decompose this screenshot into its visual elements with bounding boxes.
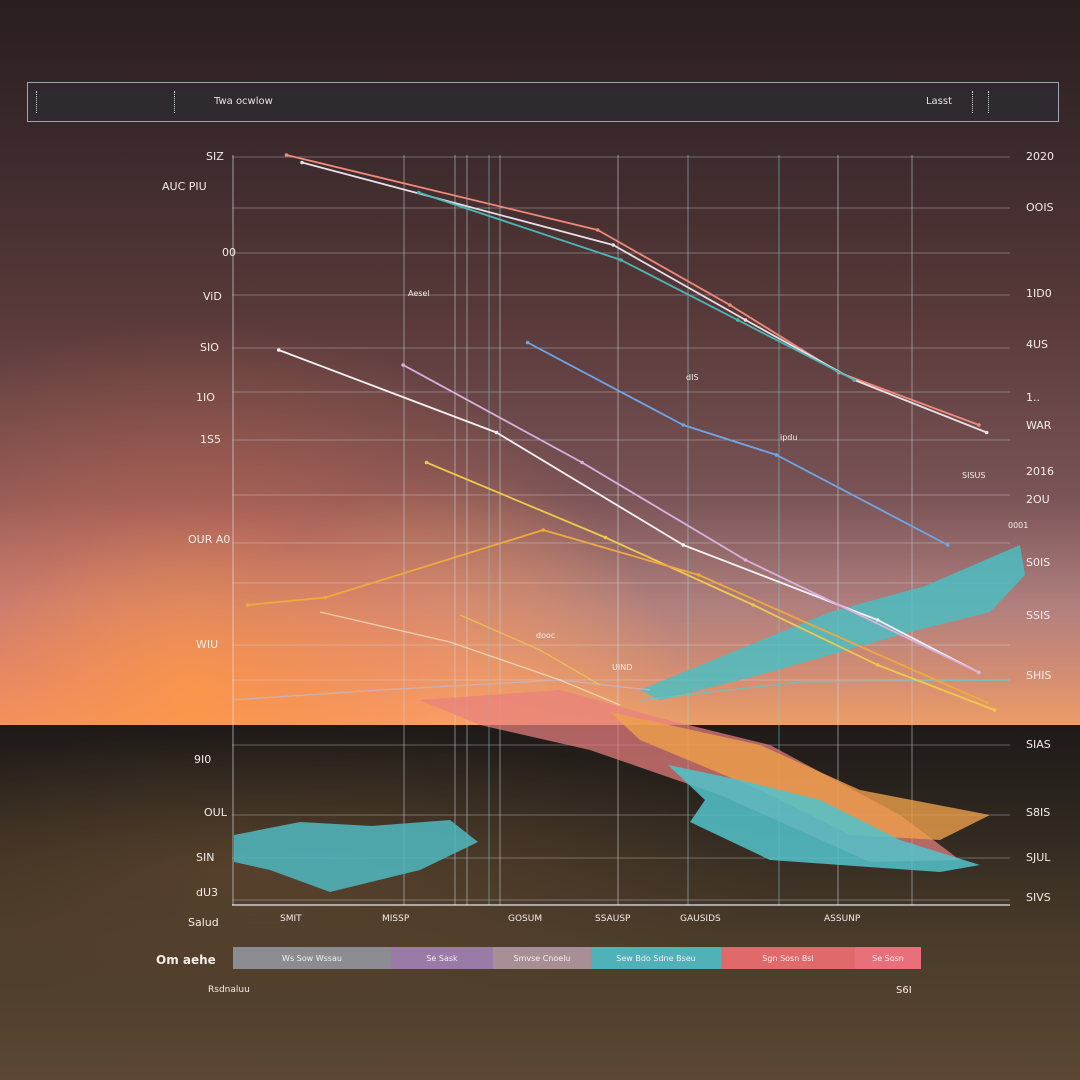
y-tick-label-left: 1IO: [196, 391, 215, 404]
data-point: [401, 363, 405, 367]
area-band: [640, 545, 1025, 700]
y-tick-label-right: OOIS: [1026, 201, 1054, 214]
footer-sub-label: Rsdnaluu: [208, 985, 250, 995]
data-point: [245, 603, 250, 607]
data-point: [603, 535, 608, 540]
y-tick-label-right: 4US: [1026, 338, 1049, 351]
data-point: [416, 190, 421, 195]
data-point: [541, 528, 545, 532]
series-line: [417, 191, 856, 381]
y-tick-label-right: 2016: [1026, 465, 1054, 478]
data-point: [977, 423, 981, 427]
y-tick-label-right: SHIS: [1026, 669, 1052, 682]
y-tick-label-right: SIVS: [1026, 891, 1051, 904]
data-point: [681, 543, 686, 547]
data-point: [681, 423, 686, 427]
y-tick-label-left: AUC PIU: [162, 180, 207, 193]
data-point: [525, 340, 530, 345]
legend-bar: Ws Sow Wssau Se Sask Smvse Cnoelu Sew Bdo S…: [233, 947, 921, 969]
x-tick-label: ASSUNP: [824, 914, 861, 924]
legend-segment: Sew Bdo Sdne Bseu: [591, 947, 721, 969]
footer-left-label: Om aehe: [156, 953, 216, 967]
data-point: [580, 460, 584, 465]
data-point: [977, 670, 981, 675]
area-band: [234, 820, 478, 892]
data-point: [728, 303, 732, 307]
y-tick-label-left: SIO: [200, 341, 219, 354]
x-tick-label: GAUSIDS: [680, 914, 721, 924]
y-tick-label-left: 9I0: [194, 753, 212, 766]
data-point: [751, 603, 756, 607]
data-point: [697, 573, 701, 577]
chart-annotation: SISUS: [962, 471, 985, 480]
y-tick-label-left: dU3: [196, 886, 219, 899]
data-point: [424, 460, 429, 465]
data-point: [619, 258, 623, 262]
y-tick-label-right: 2020: [1026, 150, 1054, 163]
y-tick-label-right: SJUL: [1026, 851, 1051, 864]
legend-segment: Se Sask: [391, 947, 493, 969]
y-tick-label-left: SIN: [196, 851, 215, 864]
chart-annotation: UIND: [612, 663, 632, 672]
chart-annotation: Aesel: [408, 289, 430, 298]
x-tick-label: SMIT: [280, 914, 302, 924]
y-tick-label-right: 1ID0: [1026, 287, 1052, 300]
footer-right-label: S6I: [896, 985, 912, 996]
series-line-faint: [459, 614, 601, 686]
data-point: [611, 243, 616, 247]
data-point: [300, 160, 304, 165]
y-tick-label-left: ViD: [203, 290, 222, 303]
series-line-faint: [231, 679, 651, 701]
y-tick-label-right: 1..: [1026, 391, 1040, 404]
data-point: [984, 700, 989, 705]
y-tick-label-left: 1S5: [200, 433, 221, 446]
y-tick-label-left: Salud: [188, 916, 219, 929]
legend-segment: Sgn Sosn Bsl: [721, 947, 855, 969]
y-tick-label-right: 2OU: [1026, 493, 1050, 506]
y-tick-label-right: SSIS: [1026, 609, 1051, 622]
chart-annotation: dIS: [686, 373, 699, 382]
data-point: [984, 430, 989, 435]
data-point: [276, 348, 281, 352]
data-point: [595, 228, 600, 232]
y-tick-label-left: 00: [222, 246, 236, 259]
legend-segment: Smvse Cnoelu: [493, 947, 591, 969]
data-point: [875, 663, 880, 667]
chart-annotation: 0001: [1008, 521, 1028, 530]
y-tick-label-left: WIU: [196, 638, 219, 651]
data-point: [743, 558, 748, 562]
data-point: [992, 708, 997, 712]
data-point: [735, 318, 740, 322]
data-point: [852, 378, 857, 382]
data-point: [284, 153, 289, 157]
y-tick-label-left: OUL: [204, 806, 227, 819]
series-line: [526, 341, 949, 546]
data-point: [494, 430, 499, 435]
data-point: [774, 453, 779, 457]
x-tick-label: GOSUM: [508, 914, 543, 924]
series-line: [285, 154, 980, 426]
chart-annotation: dooc: [536, 631, 555, 640]
legend-segment: Ws Sow Wssau: [233, 947, 391, 969]
y-tick-label-right: SIAS: [1026, 738, 1051, 751]
data-point: [875, 618, 880, 622]
x-tick-label: MISSP: [382, 914, 410, 924]
data-point: [323, 595, 328, 600]
data-point: [945, 543, 950, 547]
x-tick-label: SSAUSP: [595, 914, 631, 924]
y-tick-label-right: S8IS: [1026, 806, 1051, 819]
legend-segment: Se Sosn: [855, 947, 921, 969]
data-point: [743, 318, 748, 322]
y-tick-label-left: OUR A0: [188, 533, 231, 546]
y-tick-label-right: S0IS: [1026, 556, 1051, 569]
chart-annotation: ipdu: [780, 433, 797, 442]
y-tick-label-right: WAR: [1026, 419, 1052, 432]
y-tick-label-left: SIZ: [206, 150, 224, 163]
